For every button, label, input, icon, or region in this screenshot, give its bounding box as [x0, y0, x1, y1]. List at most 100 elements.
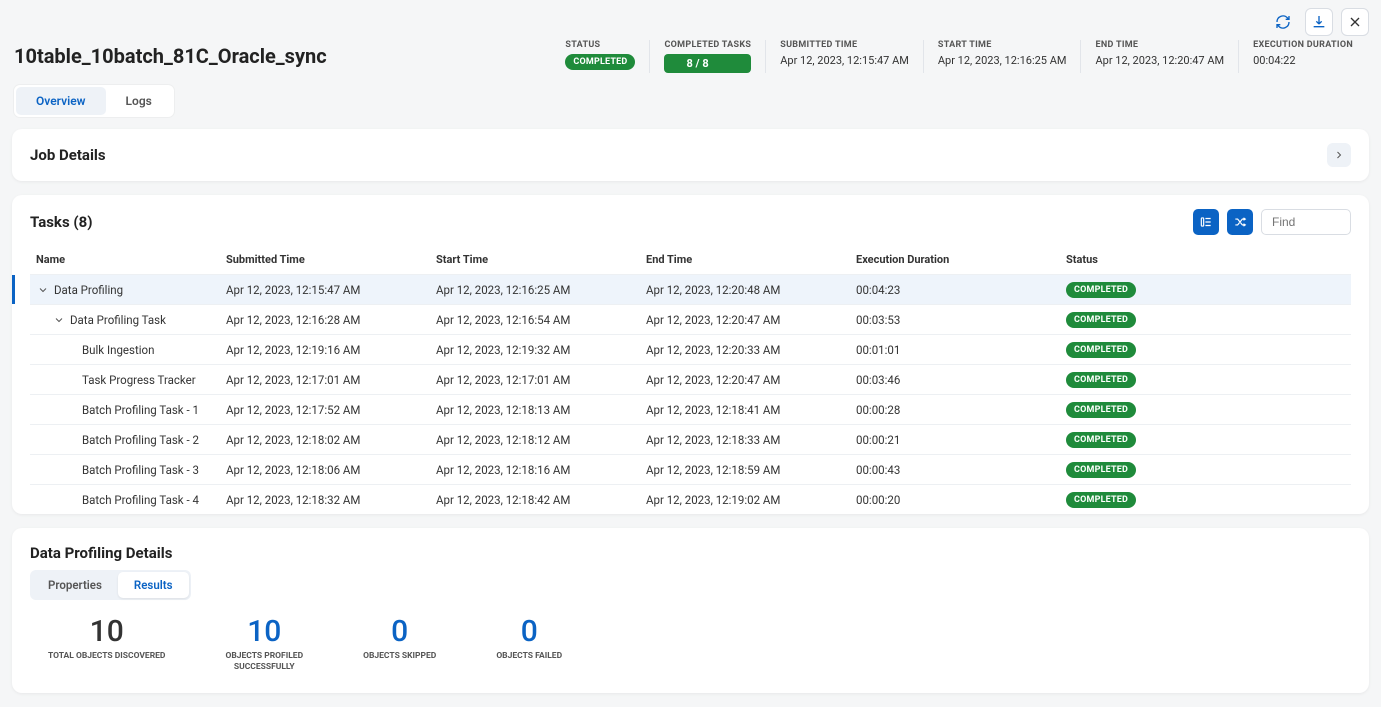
cell-submitted: Apr 12, 2023, 12:17:01 AM: [220, 365, 430, 395]
cell-start: Apr 12, 2023, 12:19:32 AM: [430, 335, 640, 365]
list-view-icon: [1199, 215, 1213, 229]
table-row[interactable]: Bulk IngestionApr 12, 2023, 12:19:16 AMA…: [30, 335, 1351, 365]
row-status-badge: COMPLETED: [1066, 342, 1136, 358]
stat-item: 0OBJECTS SKIPPED: [363, 614, 436, 673]
cell-end: Apr 12, 2023, 12:18:41 AM: [640, 395, 850, 425]
cell-submitted: Apr 12, 2023, 12:17:52 AM: [220, 395, 430, 425]
row-name: Data Profiling Task: [70, 313, 166, 327]
page-header: 10table_10batch_81C_Oracle_sync STATUS C…: [0, 40, 1381, 85]
cell-duration: 00:00:28: [850, 395, 1060, 425]
chevron-down-icon: [37, 284, 49, 296]
meta-start-value: Apr 12, 2023, 12:16:25 AM: [938, 54, 1067, 67]
job-details-expand-button[interactable]: [1327, 143, 1351, 167]
dp-card: Data Profiling Details Properties Result…: [12, 528, 1369, 693]
cell-submitted: Apr 12, 2023, 12:18:06 AM: [220, 455, 430, 485]
shuffle-icon: [1233, 215, 1247, 229]
tasks-actions: [1193, 209, 1351, 235]
meta-status-label: STATUS: [565, 40, 635, 50]
row-name: Batch Profiling Task - 1: [82, 403, 199, 417]
table-row[interactable]: Batch Profiling Task - 2 Apr 12, 2023, 12…: [30, 425, 1351, 455]
col-name: Name: [30, 245, 220, 275]
row-status-badge: COMPLETED: [1066, 312, 1136, 328]
cell-start: Apr 12, 2023, 12:17:01 AM: [430, 365, 640, 395]
tab-logs[interactable]: Logs: [106, 87, 172, 115]
cell-duration: 00:03:53: [850, 305, 1060, 335]
meta-submitted-value: Apr 12, 2023, 12:15:47 AM: [780, 54, 909, 67]
meta-group: STATUS COMPLETED COMPLETED TASKS 8 / 8 S…: [551, 40, 1367, 73]
stat-item: 10OBJECTS PROFILED SUCCESSFULLY: [225, 614, 303, 673]
chevron-down-icon: [53, 314, 65, 326]
col-end: End Time: [640, 245, 850, 275]
download-button[interactable]: [1305, 8, 1333, 36]
row-name: Batch Profiling Task - 4: [82, 493, 199, 507]
dp-tab-properties[interactable]: Properties: [32, 572, 118, 598]
cell-start: Apr 12, 2023, 12:16:25 AM: [430, 275, 640, 305]
stat-value: 10: [90, 614, 124, 649]
stat-label: OBJECTS SKIPPED: [363, 651, 436, 662]
cell-end: Apr 12, 2023, 12:20:33 AM: [640, 335, 850, 365]
col-submitted: Submitted Time: [220, 245, 430, 275]
cell-end: Apr 12, 2023, 12:19:02 AM: [640, 485, 850, 515]
page-title: 10table_10batch_81C_Oracle_sync: [14, 40, 531, 68]
download-icon: [1311, 14, 1327, 30]
table-row[interactable]: Task Progress Tracker Apr 12, 2023, 12:17…: [30, 365, 1351, 395]
table-row[interactable]: Data Profiling Task Apr 12, 2023, 12:16:2…: [30, 305, 1351, 335]
col-status: Status: [1060, 245, 1351, 275]
status-badge: COMPLETED: [565, 54, 635, 70]
refresh-button[interactable]: [1269, 8, 1297, 36]
dp-tabbar: Properties Results: [30, 570, 191, 600]
dp-title: Data Profiling Details: [12, 528, 1369, 570]
row-status-badge: COMPLETED: [1066, 282, 1136, 298]
stat-label: TOTAL OBJECTS DISCOVERED: [48, 651, 165, 662]
table-row[interactable]: Batch Profiling Task - 4 Apr 12, 2023, 12…: [30, 485, 1351, 515]
row-toggle[interactable]: [36, 283, 50, 297]
cell-start: Apr 12, 2023, 12:18:16 AM: [430, 455, 640, 485]
row-name: Data Profiling: [54, 283, 123, 297]
cell-submitted: Apr 12, 2023, 12:16:28 AM: [220, 305, 430, 335]
tasks-list-view-button[interactable]: [1193, 209, 1219, 235]
cell-submitted: Apr 12, 2023, 12:18:02 AM: [220, 425, 430, 455]
row-status-badge: COMPLETED: [1066, 402, 1136, 418]
meta-end-label: END TIME: [1095, 40, 1224, 50]
row-name: Batch Profiling Task - 3: [82, 463, 199, 477]
tab-overview[interactable]: Overview: [16, 87, 106, 115]
meta-duration-value: 00:04:22: [1253, 54, 1353, 67]
cell-start: Apr 12, 2023, 12:18:12 AM: [430, 425, 640, 455]
cell-submitted: Apr 12, 2023, 12:15:47 AM: [220, 275, 430, 305]
stat-value: 0: [521, 614, 538, 649]
dp-tab-results[interactable]: Results: [118, 572, 189, 598]
cell-submitted: Apr 12, 2023, 12:18:32 AM: [220, 485, 430, 515]
meta-duration-label: EXECUTION DURATION: [1253, 40, 1353, 50]
col-duration: Execution Duration: [850, 245, 1060, 275]
tasks-find-input[interactable]: [1261, 209, 1351, 235]
tasks-header: Tasks (8): [12, 195, 1369, 245]
row-status-badge: COMPLETED: [1066, 492, 1136, 508]
close-icon: [1347, 14, 1363, 30]
cell-start: Apr 12, 2023, 12:16:54 AM: [430, 305, 640, 335]
cell-submitted: Apr 12, 2023, 12:19:16 AM: [220, 335, 430, 365]
meta-status: STATUS COMPLETED: [551, 40, 649, 73]
chevron-right-icon: [1333, 149, 1345, 161]
cell-duration: 00:00:21: [850, 425, 1060, 455]
tasks-card: Tasks (8) Name Submitted Time Start Time…: [12, 195, 1369, 514]
cell-duration: 00:00:43: [850, 455, 1060, 485]
stat-label: OBJECTS PROFILED SUCCESSFULLY: [225, 651, 303, 673]
cell-end: Apr 12, 2023, 12:20:47 AM: [640, 305, 850, 335]
cell-duration: 00:03:46: [850, 365, 1060, 395]
table-row[interactable]: Batch Profiling Task - 1 Apr 12, 2023, 12…: [30, 395, 1351, 425]
row-name: Task Progress Tracker: [82, 373, 196, 387]
table-row[interactable]: Data Profiling Apr 12, 2023, 12:15:47 AMA…: [30, 275, 1351, 305]
row-name: Bulk Ingestion: [82, 343, 154, 357]
job-details-title: Job Details: [30, 146, 106, 164]
job-details-card: Job Details: [12, 129, 1369, 181]
row-name: Batch Profiling Task - 2: [82, 433, 199, 447]
table-row[interactable]: Batch Profiling Task - 3 Apr 12, 2023, 12…: [30, 455, 1351, 485]
stat-value: 10: [247, 614, 281, 649]
cell-end: Apr 12, 2023, 12:18:59 AM: [640, 455, 850, 485]
close-button[interactable]: [1341, 8, 1369, 36]
row-toggle[interactable]: [52, 313, 66, 327]
tasks-graph-view-button[interactable]: [1227, 209, 1253, 235]
meta-submitted: SUBMITTED TIME Apr 12, 2023, 12:15:47 AM: [765, 40, 923, 73]
meta-submitted-label: SUBMITTED TIME: [780, 40, 909, 50]
meta-start-label: START TIME: [938, 40, 1067, 50]
